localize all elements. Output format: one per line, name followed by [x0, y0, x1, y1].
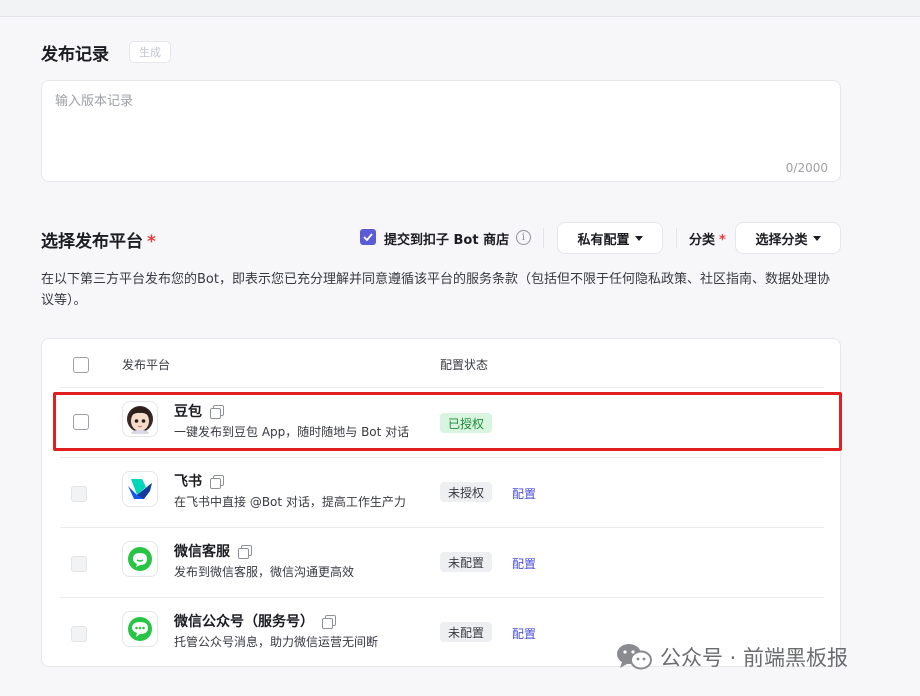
- platform-name: 微信客服: [174, 541, 252, 561]
- header-platform: 发布平台: [122, 358, 171, 372]
- release-record-title: 发布记录: [41, 45, 109, 65]
- submit-store-checkbox[interactable]: [360, 229, 376, 245]
- wechat-watermark-icon: [617, 644, 652, 670]
- feishu-logo-icon: [122, 471, 158, 507]
- configure-link[interactable]: 配置: [512, 625, 536, 642]
- row-checkbox: [71, 556, 87, 572]
- copy-icon[interactable]: [322, 614, 336, 629]
- status-badge: 未配置: [440, 622, 493, 642]
- top-bar: [0, 0, 920, 17]
- info-icon[interactable]: i: [516, 230, 531, 245]
- choose-category-label: 选择分类: [755, 232, 808, 248]
- row-checkbox: [71, 486, 87, 502]
- check-icon: [363, 233, 373, 241]
- platform-select-title: 选择发布平台 *: [41, 232, 156, 252]
- configure-link[interactable]: 配置: [512, 555, 536, 572]
- watermark-text: 公众号 · 前端黑板报: [660, 646, 849, 670]
- copy-icon[interactable]: [238, 544, 252, 559]
- select-all-checkbox[interactable]: [73, 357, 89, 373]
- status-badge: 未授权: [440, 482, 493, 502]
- status-badge: 未配置: [440, 552, 493, 572]
- table-row: 飞书 在飞书中直接 @Bot 对话，提高工作生产力 未授权 配置: [42, 457, 842, 527]
- divider: [676, 228, 677, 248]
- row-checkbox: [71, 626, 87, 642]
- generate-button[interactable]: 生成: [129, 41, 171, 63]
- platform-table: 发布平台 配置状态 豆包 一键发布到豆包 App，随时随地与 Bot 对话 已授…: [41, 338, 841, 667]
- platform-name: 微信公众号（服务号）: [174, 611, 336, 631]
- category-label: 分类 *: [689, 233, 726, 248]
- required-mark: *: [147, 232, 156, 252]
- highlight-box: [53, 392, 842, 451]
- divider: [543, 228, 544, 248]
- private-config-label: 私有配置: [577, 232, 630, 248]
- char-count: 0/2000: [785, 161, 828, 175]
- platform-desc: 托管公众号消息，助力微信运营无间断: [174, 635, 379, 649]
- watermark: 公众号 · 前端黑板报: [616, 642, 848, 672]
- private-config-dropdown[interactable]: 私有配置: [557, 222, 663, 254]
- caret-down-icon: [812, 235, 821, 241]
- copy-icon[interactable]: [210, 474, 224, 489]
- wechat-service-icon: [122, 541, 158, 577]
- platform-desc: 在飞书中直接 @Bot 对话，提高工作生产力: [174, 495, 406, 509]
- platform-name: 飞书: [174, 471, 224, 491]
- configure-link[interactable]: 配置: [512, 485, 536, 502]
- header-status: 配置状态: [440, 358, 489, 372]
- release-record-placeholder: 输入版本记录: [55, 94, 134, 109]
- platform-desc: 发布到微信客服，微信沟通更高效: [174, 565, 355, 579]
- caret-down-icon: [634, 235, 643, 241]
- wechat-official-icon: [122, 611, 158, 647]
- table-row: 微信客服 发布到微信客服，微信沟通更高效 未配置 配置: [42, 527, 842, 597]
- submit-store-label[interactable]: 提交到扣子 Bot 商店: [384, 229, 509, 248]
- terms-description: 在以下第三方平台发布您的Bot，即表示您已充分理解并同意遵循该平台的服务条款（包…: [41, 272, 830, 308]
- release-record-input[interactable]: 输入版本记录 0/2000: [41, 80, 841, 182]
- choose-category-dropdown[interactable]: 选择分类: [735, 222, 841, 254]
